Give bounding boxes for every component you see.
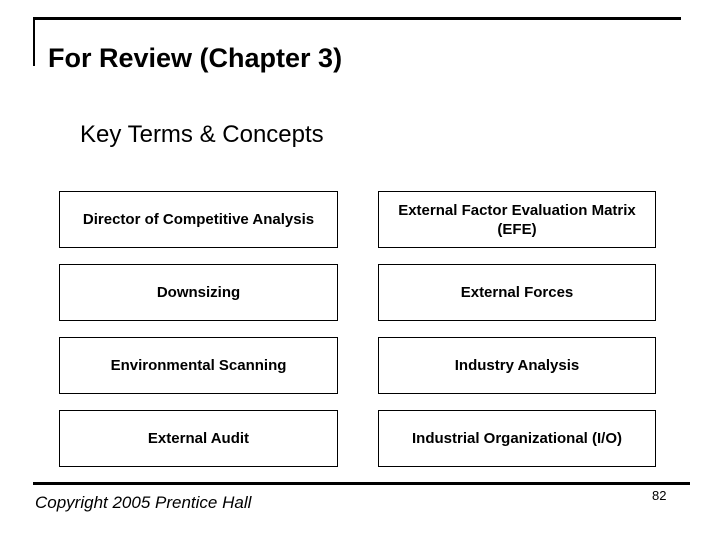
title-rule-top-line	[33, 17, 681, 20]
terms-row: Director of Competitive Analysis Externa…	[59, 191, 656, 248]
terms-row: Environmental Scanning Industry Analysis	[59, 337, 656, 394]
term-box-industry-analysis: Industry Analysis	[378, 337, 656, 394]
key-terms-grid: Director of Competitive Analysis Externa…	[59, 191, 656, 467]
term-box-industrial-organizational: Industrial Organizational (I/O)	[378, 410, 656, 467]
term-box-environmental-scanning: Environmental Scanning	[59, 337, 338, 394]
footer-page-number: 82	[652, 488, 667, 503]
footer-copyright: Copyright 2005 Prentice Hall	[35, 493, 252, 512]
page-title: For Review (Chapter 3)	[48, 43, 343, 73]
footer-divider-line	[33, 482, 690, 485]
terms-row: Downsizing External Forces	[59, 264, 656, 321]
term-box-external-factor-evaluation-matrix: External Factor Evaluation Matrix (EFE)	[378, 191, 656, 248]
terms-row: External Audit Industrial Organizational…	[59, 410, 656, 467]
term-box-external-forces: External Forces	[378, 264, 656, 321]
page-subtitle: Key Terms & Concepts	[80, 121, 324, 148]
slide-canvas: For Review (Chapter 3) Key Terms & Conce…	[0, 0, 720, 540]
term-box-external-audit: External Audit	[59, 410, 338, 467]
term-box-director-of-competitive-analysis: Director of Competitive Analysis	[59, 191, 338, 248]
title-rule-left-stem	[33, 17, 35, 66]
term-box-downsizing: Downsizing	[59, 264, 338, 321]
